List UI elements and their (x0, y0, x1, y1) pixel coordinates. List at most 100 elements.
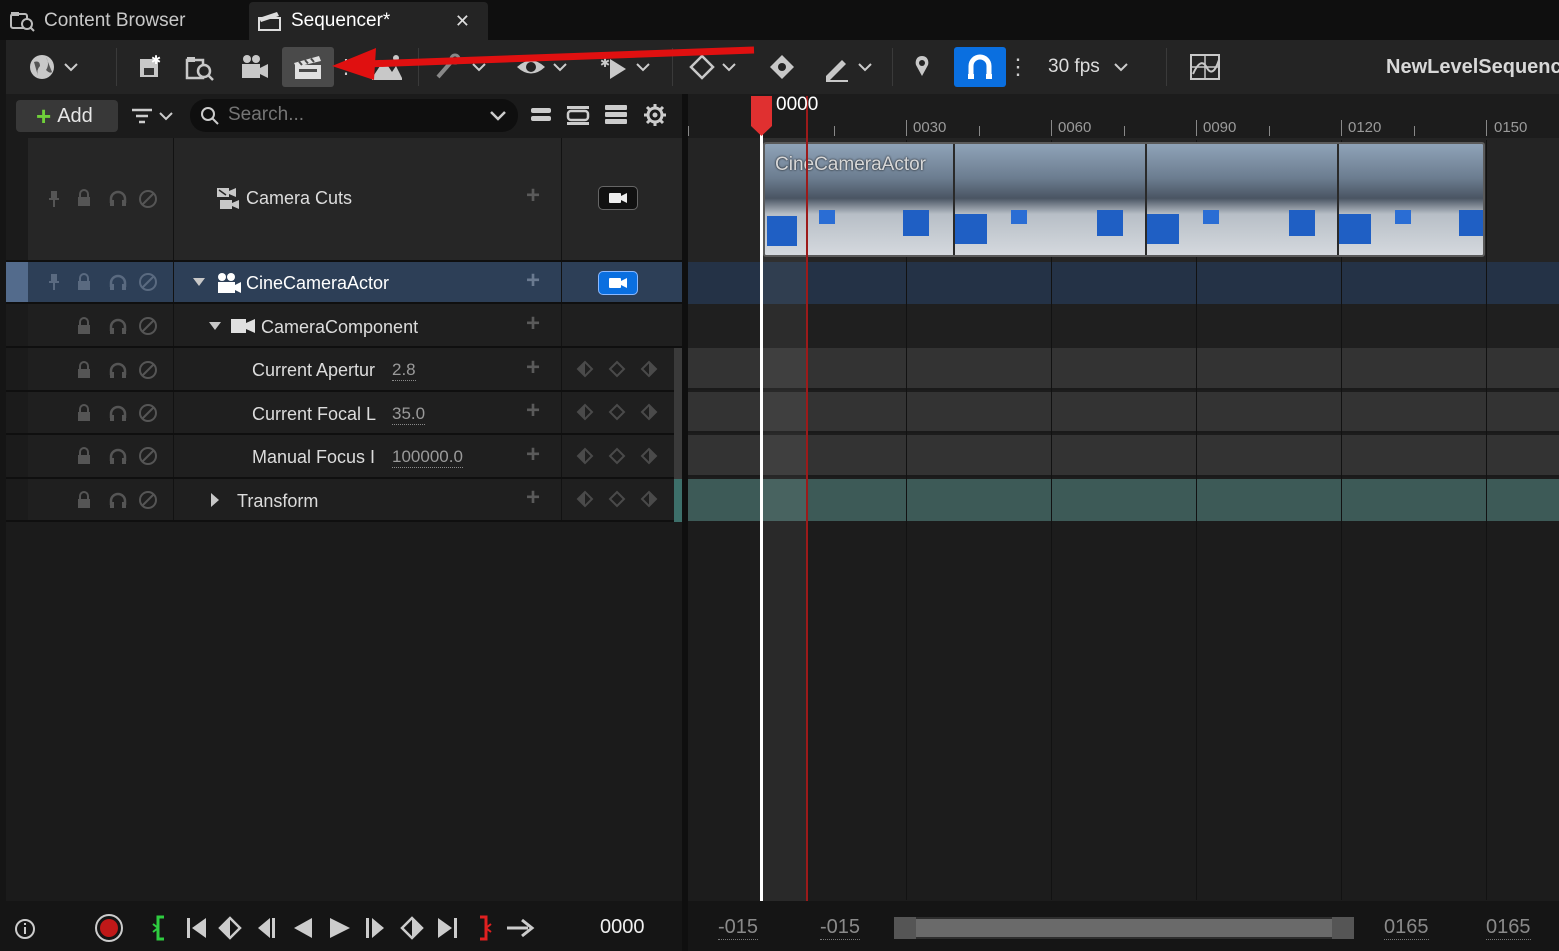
range-slider-fill[interactable] (916, 919, 1332, 937)
previous-key-button[interactable] (218, 914, 246, 942)
track-row-current-aperture[interactable]: Current Apertur 2.8 + (6, 348, 682, 392)
lock-icon[interactable] (76, 273, 92, 291)
close-icon[interactable]: ✕ (455, 11, 470, 32)
marker-button[interactable] (906, 47, 938, 87)
cine-camera-actor-lane[interactable] (688, 262, 1559, 304)
add-icon[interactable]: + (526, 397, 540, 425)
lock-icon[interactable] (76, 491, 92, 509)
headphones-icon[interactable] (108, 361, 128, 379)
track-row-transform[interactable]: Transform + (6, 479, 682, 522)
step-forward-button[interactable] (362, 914, 390, 942)
info-button[interactable] (14, 918, 36, 940)
range-handle-left[interactable] (894, 917, 916, 939)
playhead-handle[interactable] (751, 96, 772, 136)
previous-key-icon[interactable] (576, 490, 594, 508)
auto-key-button[interactable] (762, 47, 802, 87)
add-icon[interactable]: + (526, 441, 540, 469)
add-key-icon[interactable] (608, 490, 626, 508)
add-icon[interactable]: + (526, 310, 540, 338)
track-row-manual-focus-distance[interactable]: Manual Focus I 100000.0 + (6, 435, 682, 479)
create-camera-button[interactable] (234, 47, 274, 87)
disable-icon[interactable] (138, 403, 158, 423)
save-button[interactable]: ✱ (132, 47, 168, 87)
collapsed-arrow-icon[interactable] (210, 492, 220, 508)
disable-icon[interactable] (138, 490, 158, 510)
headphones-icon[interactable] (108, 273, 128, 291)
property-value-field[interactable]: 2.8 (392, 360, 416, 381)
headphones-icon[interactable] (108, 404, 128, 422)
add-icon[interactable]: + (526, 182, 540, 210)
next-key-icon[interactable] (640, 447, 658, 465)
focal-length-lane[interactable] (688, 392, 1559, 433)
lock-icon[interactable] (76, 447, 92, 465)
headphones-icon[interactable] (108, 317, 128, 335)
manual-focus-lane[interactable] (688, 435, 1559, 477)
disable-icon[interactable] (138, 316, 158, 336)
disable-icon[interactable] (138, 189, 158, 209)
find-in-content-browser-button[interactable] (180, 47, 220, 87)
lock-icon[interactable] (76, 361, 92, 379)
search-input[interactable] (228, 103, 468, 127)
expand-arrow-icon[interactable] (192, 277, 206, 287)
step-back-button[interactable] (252, 914, 280, 942)
next-key-icon[interactable] (640, 490, 658, 508)
lock-icon[interactable] (76, 189, 92, 207)
set-end-button[interactable] (474, 914, 494, 942)
view-start-field[interactable]: -015 (718, 916, 759, 940)
play-button[interactable] (326, 914, 354, 942)
timeline-range-slider[interactable] (894, 917, 1354, 939)
property-value-field[interactable]: 35.0 (392, 404, 426, 425)
previous-key-icon[interactable] (576, 403, 594, 421)
camera-lock-button[interactable] (598, 186, 638, 210)
headphones-icon[interactable] (108, 491, 128, 509)
loop-mode-button[interactable] (504, 914, 536, 942)
chevron-down-icon[interactable] (490, 111, 506, 121)
tab-sequencer[interactable]: Sequencer* ✕ (249, 2, 488, 40)
search-box[interactable] (190, 99, 518, 132)
normal-rows-button[interactable] (566, 102, 590, 128)
track-row-cine-camera-actor[interactable]: CineCameraActor + (6, 262, 682, 304)
track-row-current-focal-length[interactable]: Current Focal L 35.0 + (6, 392, 682, 435)
camera-cut-section[interactable]: CineCameraActor (763, 142, 1485, 257)
working-start-field[interactable]: -015 (820, 916, 861, 940)
property-value-field[interactable]: 100000.0 (392, 447, 463, 468)
lock-icon[interactable] (76, 317, 92, 335)
headphones-icon[interactable] (108, 189, 128, 207)
add-icon[interactable]: + (526, 267, 540, 295)
settings-button[interactable] (642, 102, 668, 128)
add-key-icon[interactable] (608, 360, 626, 378)
headphones-icon[interactable] (108, 447, 128, 465)
tab-content-browser[interactable]: Content Browser (10, 2, 240, 40)
next-key-icon[interactable] (640, 403, 658, 421)
render-movie-button[interactable] (282, 47, 334, 87)
disable-icon[interactable] (138, 446, 158, 466)
world-dropdown-button[interactable] (24, 47, 82, 87)
transform-lane[interactable] (688, 479, 1559, 521)
panel-splitter[interactable] (682, 94, 688, 951)
current-frame-field[interactable]: 0000 (600, 916, 645, 939)
edit-mode-dropdown[interactable] (818, 47, 876, 87)
jump-to-start-button[interactable] (184, 914, 210, 942)
record-button[interactable] (94, 913, 124, 943)
filter-dropdown[interactable] (126, 100, 178, 132)
expand-rows-button[interactable] (604, 102, 628, 128)
next-key-button[interactable] (396, 914, 424, 942)
lock-icon[interactable] (76, 404, 92, 422)
working-end-field[interactable]: 0165 (1384, 916, 1429, 940)
next-key-icon[interactable] (640, 360, 658, 378)
pin-icon[interactable] (48, 273, 60, 291)
curve-editor-button[interactable] (1184, 47, 1226, 87)
play-reverse-button[interactable] (288, 914, 316, 942)
expand-arrow-icon[interactable] (208, 321, 222, 331)
view-end-field[interactable]: 0165 (1486, 916, 1531, 940)
add-key-icon[interactable] (608, 447, 626, 465)
snap-options-button[interactable]: ⋮ (1007, 47, 1029, 87)
aperture-lane[interactable] (688, 348, 1559, 390)
camera-component-lane[interactable] (688, 304, 1559, 348)
previous-key-icon[interactable] (576, 360, 594, 378)
range-handle-right[interactable] (1332, 917, 1354, 939)
snap-toggle-button[interactable] (954, 47, 1006, 87)
track-row-camera-cuts[interactable]: Camera Cuts + (6, 138, 682, 262)
fps-dropdown[interactable]: 30 fps (1042, 47, 1152, 87)
jump-to-end-button[interactable] (434, 914, 460, 942)
